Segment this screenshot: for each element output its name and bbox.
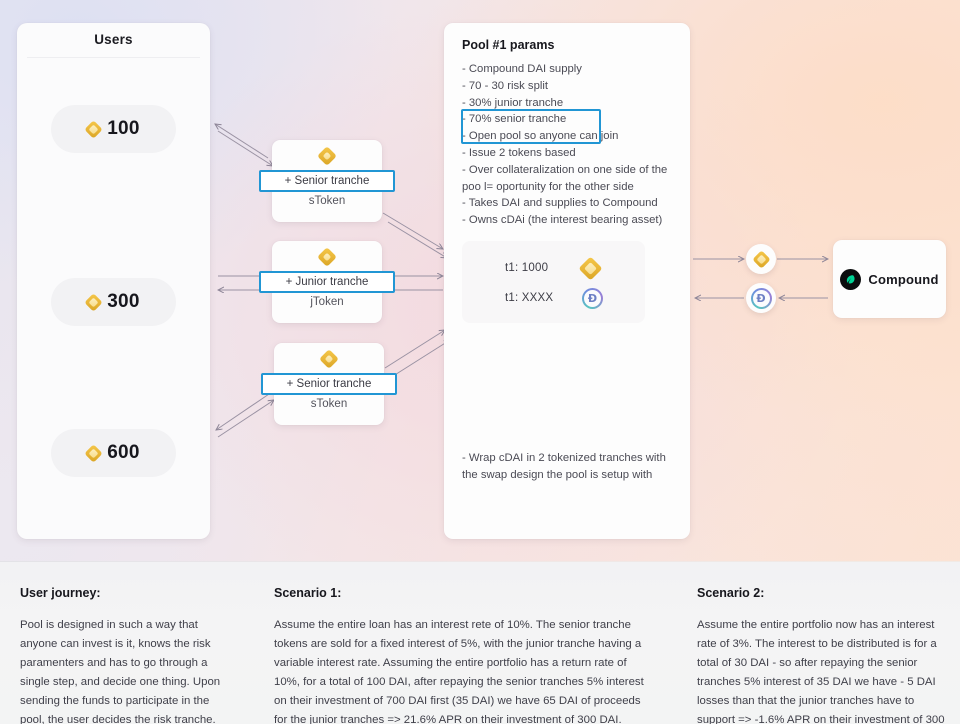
compound-leaf-logo — [840, 268, 862, 290]
pool-balance-label: t1: XXXX — [505, 292, 554, 304]
dai-diamond-icon — [578, 255, 603, 281]
dai-diamond-icon — [317, 247, 337, 267]
diagram-canvas: Users 100 300 600 + Senior tranche sToke… — [0, 0, 960, 724]
dai-diamond-icon — [317, 146, 337, 166]
note-heading: Scenario 2: — [697, 586, 765, 600]
pool-param-item: - 30% junior tranche — [462, 96, 564, 109]
note-scenario-1: Scenario 1: Assume the entire loan has a… — [274, 586, 646, 724]
pool-param-item: - Issue 2 tokens based — [462, 146, 576, 159]
compound-protocol-card[interactable]: Compound — [833, 240, 946, 318]
tranche-token-label: jToken — [310, 296, 344, 308]
tranche-select-senior[interactable]: + Senior tranche — [259, 170, 395, 192]
user-deposit-pill[interactable]: 300 — [51, 278, 176, 326]
pool-param-item: - Compound DAI supply — [462, 63, 582, 75]
user-deposit-amount: 600 — [107, 442, 140, 463]
pool-footer-note: - Wrap cDAI in 2 tokenized tranches with… — [462, 452, 666, 481]
dai-diamond-icon — [84, 292, 103, 312]
users-panel-title: Users — [94, 32, 133, 47]
cdai-circle-icon-wrap: Ð — [582, 287, 603, 309]
pool-param-item: - 70 - 30 risk split — [462, 79, 549, 92]
note-body: Pool is designed in such a way that anyo… — [20, 619, 221, 724]
user-deposit-amount: 100 — [107, 118, 140, 139]
tranche-select-junior[interactable]: + Junior tranche — [259, 271, 395, 293]
note-body: Assume the entire loan has an interest r… — [274, 619, 644, 724]
tranche-card-senior-1[interactable]: + Senior tranche sToken — [259, 140, 395, 222]
dai-token-bubble — [746, 244, 776, 274]
dai-diamond-icon-wrap — [272, 247, 382, 267]
compound-brand: Compound — [833, 240, 946, 318]
user-deposit-pill[interactable]: 600 — [51, 429, 176, 477]
users-panel: Users 100 300 600 — [17, 23, 210, 539]
note-body: Assume the entire portfolio now has an i… — [697, 619, 945, 724]
user-deposit-pill[interactable]: 100 — [51, 105, 176, 153]
pool-param-item: - Takes DAI and supplies to Compound — [462, 197, 658, 210]
pool-param-item: - Open pool so anyone can join — [462, 130, 619, 143]
tranche-select-senior[interactable]: + Senior tranche — [261, 373, 397, 395]
pool-params-card: Pool #1 params - Compound DAI supply - 7… — [444, 23, 690, 539]
dai-diamond-icon — [751, 249, 771, 269]
note-scenario-2: Scenario 2: Assume the entire portfolio … — [697, 586, 949, 724]
pool-balance-label: t1: 1000 — [505, 262, 549, 274]
compound-name-label: Compound — [868, 271, 939, 287]
pool-balance-box: t1: 1000 t1: XXXX Ð — [462, 241, 645, 323]
dai-diamond-icon-wrap — [272, 146, 382, 166]
note-heading: User journey: — [20, 586, 101, 600]
pool-balance-row: t1: XXXX Ð — [462, 285, 645, 311]
tranche-card-junior[interactable]: + Junior tranche jToken — [259, 241, 395, 323]
dai-diamond-icon-wrap — [578, 255, 603, 281]
dai-diamond-icon-wrap — [274, 349, 384, 369]
tranche-token-label: sToken — [308, 195, 346, 207]
pool-param-item: - Owns cDAi (the interest bearing asset) — [462, 214, 663, 227]
pool-param-item: - Over collateralization on one side of … — [462, 163, 668, 193]
dai-diamond-icon — [319, 349, 339, 369]
tranche-token-label: sToken — [310, 398, 348, 410]
pool-param-item: - 70% senior tranche — [462, 113, 567, 126]
dai-diamond-icon — [84, 443, 103, 463]
note-heading: Scenario 1: — [274, 586, 342, 600]
user-deposit-amount: 300 — [107, 291, 140, 312]
cdai-circle-icon: Ð — [750, 287, 772, 309]
note-user-journey: User journey: Pool is designed in such a… — [20, 586, 234, 724]
pool-card-title: Pool #1 params — [462, 38, 555, 52]
pool-balance-row: t1: 1000 — [462, 255, 645, 281]
dai-diamond-icon — [84, 119, 103, 139]
tranche-card-senior-2[interactable]: + Senior tranche sToken — [261, 343, 397, 425]
users-panel-divider — [27, 57, 200, 58]
cdai-token-bubble: Ð — [746, 283, 776, 313]
cdai-circle-icon: Ð — [582, 287, 603, 309]
pool-param-list: - Compound DAI supply - 70 - 30 risk spl… — [462, 61, 677, 229]
